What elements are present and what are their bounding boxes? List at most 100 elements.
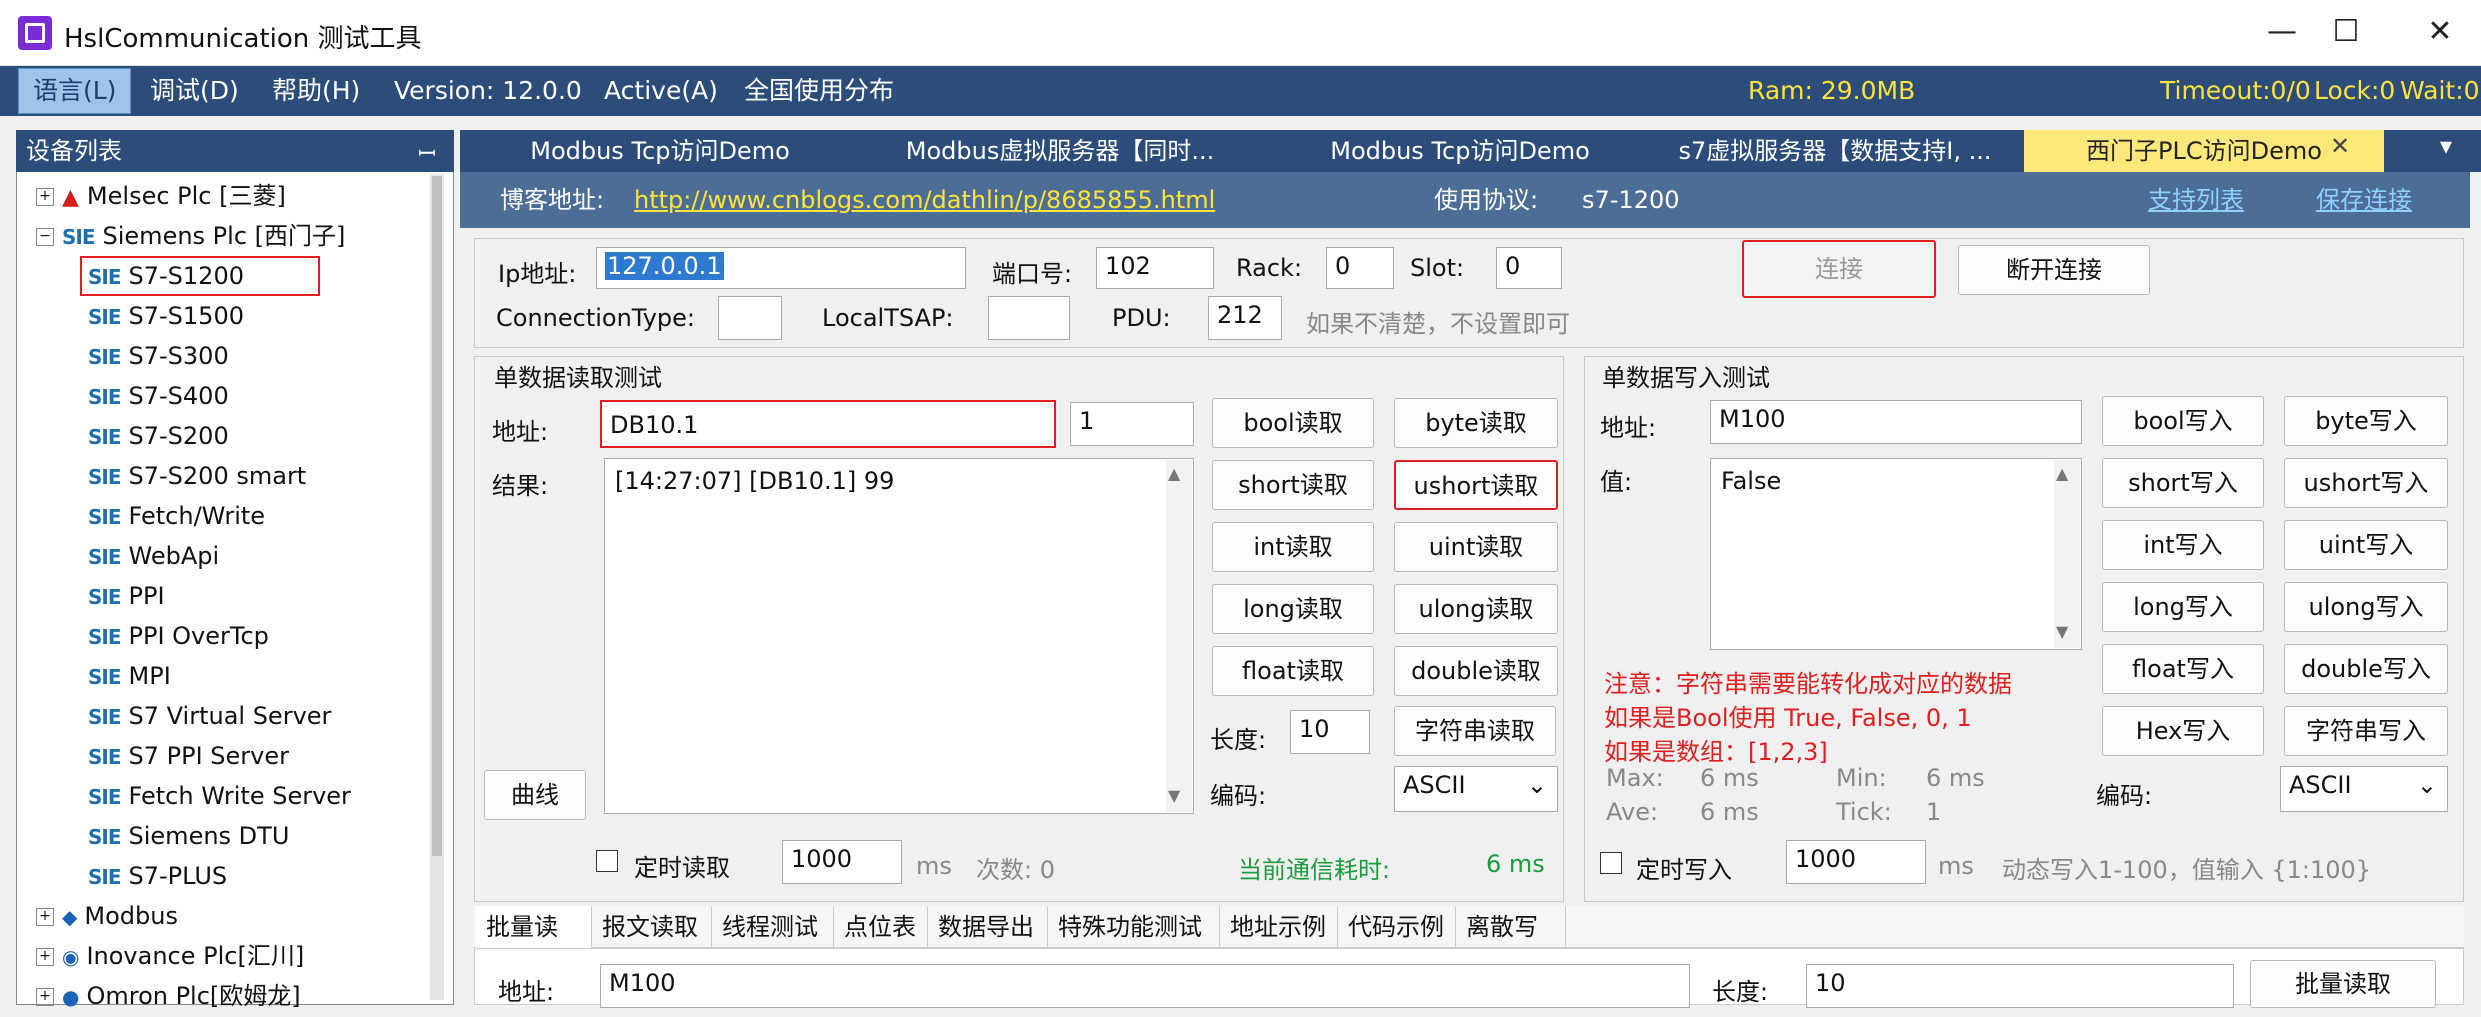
bottom-tab-5[interactable]: 特殊功能测试 — [1048, 906, 1220, 948]
scroll-down-icon[interactable]: ▼ — [1168, 786, 1180, 805]
bottom-tab-1[interactable]: 报文读取 — [592, 906, 712, 948]
connect-button[interactable]: 连接 — [1742, 240, 1936, 298]
write-button-2[interactable]: short写入 — [2102, 458, 2264, 508]
tree-group-siemens[interactable]: − SIE Siemens Plc [西门子] — [36, 216, 345, 256]
write-button-8[interactable]: float写入 — [2102, 644, 2264, 694]
tab-modbus-tcp-1[interactable]: Modbus Tcp访问Demo — [470, 130, 850, 172]
write-button-4[interactable]: int写入 — [2102, 520, 2264, 570]
connection-type-input[interactable] — [718, 296, 782, 340]
timer-read-checkbox[interactable] — [596, 850, 618, 872]
read-length-input[interactable]: 1 — [1070, 402, 1194, 446]
write-button-9[interactable]: double写入 — [2284, 644, 2448, 694]
expand-icon[interactable]: + — [36, 988, 54, 1006]
read-len-input[interactable]: 10 — [1290, 710, 1370, 754]
tree-item-mpi[interactable]: SIE MPI — [88, 656, 171, 696]
string-read-button[interactable]: 字符串读取 — [1394, 706, 1556, 756]
tab-menu-icon[interactable]: ▾ — [2440, 132, 2452, 160]
menu-debug[interactable]: 调试(D) — [150, 66, 239, 116]
tree-item-s7-plus[interactable]: SIE S7-PLUS — [88, 856, 227, 896]
read-button-3[interactable]: ushort读取 — [1394, 460, 1558, 510]
result-scrollbar[interactable] — [1166, 460, 1192, 812]
blog-link[interactable]: http://www.cnblogs.com/dathlin/p/8685855… — [634, 172, 1215, 228]
local-tsap-input[interactable] — [988, 296, 1070, 340]
tree-item-s7-s200-smart[interactable]: SIE S7-S200 smart — [88, 456, 306, 496]
tree-item-siemens-dtu[interactable]: SIE Siemens DTU — [88, 816, 289, 856]
bottom-tab-7[interactable]: 代码示例 — [1338, 906, 1456, 948]
read-button-2[interactable]: short读取 — [1212, 460, 1374, 510]
pin-icon[interactable]: ꟷ — [418, 138, 436, 168]
write-button-7[interactable]: ulong写入 — [2284, 582, 2448, 632]
read-button-8[interactable]: float读取 — [1212, 646, 1374, 696]
scroll-down-icon[interactable]: ▼ — [2056, 622, 2068, 641]
write-button-1[interactable]: byte写入 — [2284, 396, 2448, 446]
read-button-1[interactable]: byte读取 — [1394, 398, 1558, 448]
write-button-11[interactable]: 字符串写入 — [2284, 706, 2448, 756]
expand-icon[interactable]: + — [36, 188, 54, 206]
tree-item-s7-virtual-server[interactable]: SIE S7 Virtual Server — [88, 696, 331, 736]
write-button-0[interactable]: bool写入 — [2102, 396, 2264, 446]
menu-distribution[interactable]: 全国使用分布 — [744, 66, 894, 116]
tree-group-melsec[interactable]: + ▲ Melsec Plc [三菱] — [36, 176, 286, 216]
scroll-up-icon[interactable]: ▲ — [2056, 464, 2068, 483]
tree-item-s7-s300[interactable]: SIE S7-S300 — [88, 336, 229, 376]
port-input[interactable]: 102 — [1096, 247, 1214, 289]
bottom-tab-0[interactable]: 批量读取 — [476, 906, 592, 983]
curve-button[interactable]: 曲线 — [484, 770, 586, 820]
expand-icon[interactable]: + — [36, 948, 54, 966]
write-button-10[interactable]: Hex写入 — [2102, 706, 2264, 756]
slot-input[interactable]: 0 — [1496, 247, 1562, 289]
bottom-tab-8[interactable]: 离散写入 — [1456, 906, 1566, 983]
read-button-4[interactable]: int读取 — [1212, 522, 1374, 572]
read-addr-input[interactable]: DB10.1 — [600, 400, 1056, 448]
tree-item-s7-s200[interactable]: SIE S7-S200 — [88, 416, 229, 456]
write-button-3[interactable]: ushort写入 — [2284, 458, 2448, 508]
tab-close-icon[interactable]: ✕ — [2330, 132, 2350, 160]
collapse-icon[interactable]: − — [36, 228, 54, 246]
bottom-tab-4[interactable]: 数据导出 — [928, 906, 1048, 948]
bottom-tab-2[interactable]: 线程测试 — [712, 906, 834, 948]
close-icon[interactable]: ✕ — [2410, 8, 2470, 56]
tree-item-fetch-write[interactable]: SIE Fetch/Write — [88, 496, 265, 536]
write-value-textarea[interactable]: False — [1710, 458, 2082, 650]
tree-item-s7-s1500[interactable]: SIE S7-S1500 — [88, 296, 244, 336]
write-button-5[interactable]: uint写入 — [2284, 520, 2448, 570]
tab-modbus-tcp-2[interactable]: Modbus Tcp访问Demo — [1270, 130, 1650, 172]
read-button-5[interactable]: uint读取 — [1394, 522, 1558, 572]
scroll-up-icon[interactable]: ▲ — [1168, 464, 1180, 483]
tree-group-omron[interactable]: + ● Omron Plc[欧姆龙] — [36, 976, 301, 1016]
read-button-9[interactable]: double读取 — [1394, 646, 1558, 696]
timer-read-input[interactable]: 1000 — [782, 840, 902, 884]
pdu-input[interactable]: 212 — [1208, 296, 1282, 340]
write-button-6[interactable]: long写入 — [2102, 582, 2264, 632]
batch-read-button[interactable]: 批量读取 — [2250, 960, 2436, 1008]
expand-icon[interactable]: + — [36, 908, 54, 926]
read-button-7[interactable]: ulong读取 — [1394, 584, 1558, 634]
maximize-icon[interactable]: ☐ — [2316, 8, 2376, 56]
write-value-scrollbar[interactable] — [2054, 460, 2080, 648]
support-list-link[interactable]: 支持列表 — [2148, 172, 2244, 228]
tree-item-ppi[interactable]: SIE PPI — [88, 576, 165, 616]
tree-item-webapi[interactable]: SIE WebApi — [88, 536, 219, 576]
menu-language[interactable]: 语言(L) — [18, 68, 132, 114]
result-textarea[interactable]: [14:27:07] [DB10.1] 99 — [604, 458, 1194, 814]
timer-write-checkbox[interactable] — [1600, 852, 1622, 874]
write-encoding-select[interactable]: ASCII ⌄ — [2280, 766, 2448, 812]
bottom-tab-3[interactable]: 点位表 — [834, 906, 928, 948]
read-encoding-select[interactable]: ASCII ⌄ — [1394, 766, 1558, 812]
tree-item-s7-ppi-server[interactable]: SIE S7 PPI Server — [88, 736, 289, 776]
tree-group-inovance[interactable]: + ◉ Inovance Plc[汇川] — [36, 936, 304, 976]
tree-item-s7-s400[interactable]: SIE S7-S400 — [88, 376, 229, 416]
timer-write-input[interactable]: 1000 — [1786, 840, 1926, 884]
save-connection-link[interactable]: 保存连接 — [2316, 172, 2412, 228]
write-addr-input[interactable]: M100 — [1710, 400, 2082, 444]
ip-input[interactable]: 127.0.0.1 — [596, 247, 966, 289]
tree-group-modbus[interactable]: + ◆ Modbus — [36, 896, 178, 936]
batch-addr-input[interactable]: M100 — [600, 964, 1690, 1008]
tree-item-fetch-write-server[interactable]: SIE Fetch Write Server — [88, 776, 351, 816]
tab-s7-virtual[interactable]: s7虚拟服务器【数据支持I, ... — [1650, 130, 2020, 172]
rack-input[interactable]: 0 — [1326, 247, 1394, 289]
read-button-0[interactable]: bool读取 — [1212, 398, 1374, 448]
menu-help[interactable]: 帮助(H) — [272, 66, 360, 116]
tab-modbus-virtual[interactable]: Modbus虚拟服务器【同时... — [850, 130, 1270, 172]
scrollbar-thumb[interactable] — [432, 176, 442, 856]
